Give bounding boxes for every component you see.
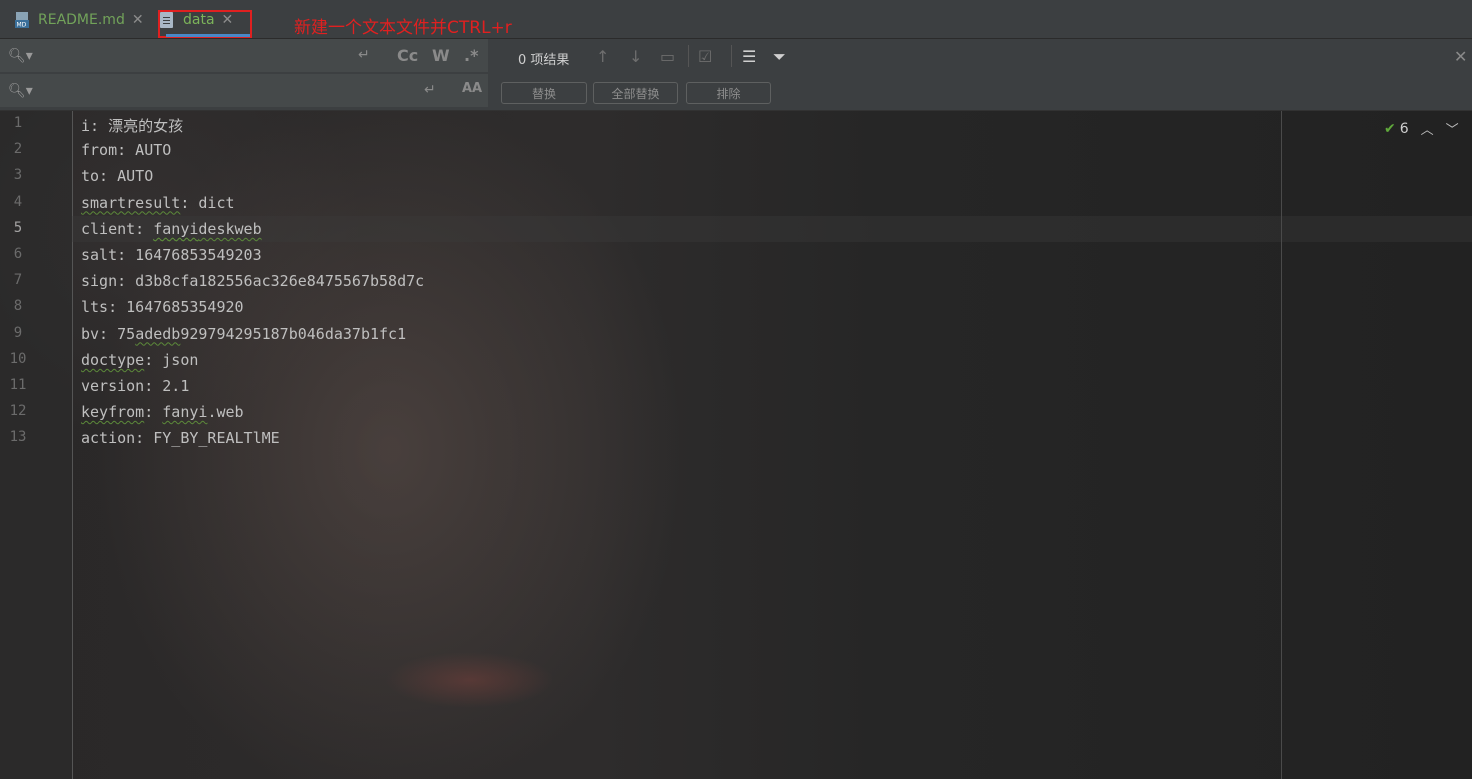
code-line[interactable]: client: fanyideskweb	[81, 220, 262, 238]
toolbar-separator	[688, 45, 689, 67]
line-number: 10	[9, 350, 27, 367]
new-line-icon[interactable]: ↵	[424, 82, 436, 98]
inspection-widget[interactable]: ✔ 6 ︿ ﹀	[1384, 119, 1459, 139]
annotation-text: 新建一个文本文件并CTRL+r	[294, 18, 512, 38]
code-line[interactable]: keyfrom: fanyi.web	[81, 403, 244, 421]
code-line[interactable]: smartresult: dict	[81, 194, 235, 212]
toolbar-separator	[731, 45, 732, 67]
exclude-button[interactable]: 排除	[686, 82, 771, 104]
previous-occurrence-icon[interactable]: ↑	[596, 47, 609, 66]
code-line[interactable]: action: FY_BY_REALTlME	[81, 429, 280, 447]
line-number: 9	[13, 324, 23, 341]
line-number: 1	[13, 115, 23, 131]
replace-history-icon[interactable]: 🔍︎▾	[8, 83, 33, 99]
current-line-highlight	[72, 216, 1472, 242]
search-result-count: 0 项结果	[518, 53, 570, 68]
line-number: 2	[13, 141, 23, 158]
replace-row: 🔍︎▾ ↵ AA	[0, 74, 488, 108]
code-line[interactable]: version: 2.1	[81, 377, 189, 395]
match-case-toggle[interactable]: Cc	[397, 46, 418, 65]
active-tab-indicator	[166, 34, 250, 37]
code-line[interactable]: doctype: json	[81, 351, 198, 369]
search-history-icon[interactable]: 🔍︎▾	[8, 48, 33, 64]
code-line[interactable]: sign: d3b8cfa182556ac326e8475567b58d7c	[81, 272, 424, 290]
select-all-occurrences-icon[interactable]: ▭	[660, 47, 675, 66]
line-number: 4	[13, 193, 23, 210]
line-number: 12	[9, 403, 27, 420]
line-number: 8	[13, 298, 23, 315]
code-line[interactable]: lts: 1647685354920	[81, 298, 244, 316]
chevron-down-icon[interactable]: ﹀	[1446, 119, 1459, 138]
filter-checkbox-icon[interactable]: ☑	[698, 47, 712, 66]
find-replace-panel: 🔍︎▾ ↵ Cc W .* 🔍︎▾ ↵ AA 0 项结果 ↑ ↓ ▭ ☑ ☰ ⏷…	[0, 39, 1472, 111]
line-number: 3	[13, 167, 23, 184]
svg-text:MD: MD	[17, 22, 27, 29]
tab-label: README.md	[38, 12, 125, 28]
preserve-case-toggle[interactable]: AA	[462, 81, 482, 96]
filter-icon[interactable]: ⏷	[773, 47, 786, 67]
code-line[interactable]: to: AUTO	[81, 167, 153, 185]
close-icon[interactable]: ✕	[1454, 47, 1467, 66]
new-line-icon[interactable]: ↵	[358, 47, 370, 63]
replace-button[interactable]: 替换	[501, 82, 587, 104]
code-line[interactable]: i: 漂亮的女孩	[81, 115, 183, 136]
right-margin-guide	[1281, 110, 1282, 779]
tab-readme[interactable]: MD README.md ✕	[14, 6, 144, 34]
code-line[interactable]: bv: 75adedb929794295187b046da37b1fc1	[81, 325, 406, 343]
markdown-file-icon: MD	[14, 11, 32, 29]
filter-lines-icon[interactable]: ☰	[742, 47, 756, 66]
chevron-up-icon[interactable]: ︿	[1421, 119, 1434, 138]
replace-all-button[interactable]: 全部替换	[593, 82, 678, 104]
line-number-gutter: 1 2 3 4 5 6 7 8 9 10 11 12 13	[0, 110, 73, 779]
line-number: 13	[9, 429, 27, 446]
whole-word-toggle[interactable]: W	[432, 46, 450, 65]
code-line[interactable]: from: AUTO	[81, 141, 171, 159]
check-icon: ✔	[1384, 120, 1396, 137]
code-line[interactable]: salt: 16476853549203	[81, 246, 262, 264]
regex-toggle[interactable]: .*	[464, 46, 478, 65]
line-number: 7	[13, 272, 23, 289]
next-occurrence-icon[interactable]: ↓	[629, 47, 642, 66]
editor-tab-bar: MD README.md ✕ data ✕	[0, 0, 1472, 39]
line-number: 5	[13, 219, 23, 236]
inspection-count: 6	[1399, 120, 1409, 137]
close-icon[interactable]: ✕	[132, 12, 144, 28]
line-number: 11	[9, 377, 27, 393]
line-number: 6	[13, 246, 23, 262]
search-row: 🔍︎▾ ↵ Cc W .*	[0, 39, 488, 73]
